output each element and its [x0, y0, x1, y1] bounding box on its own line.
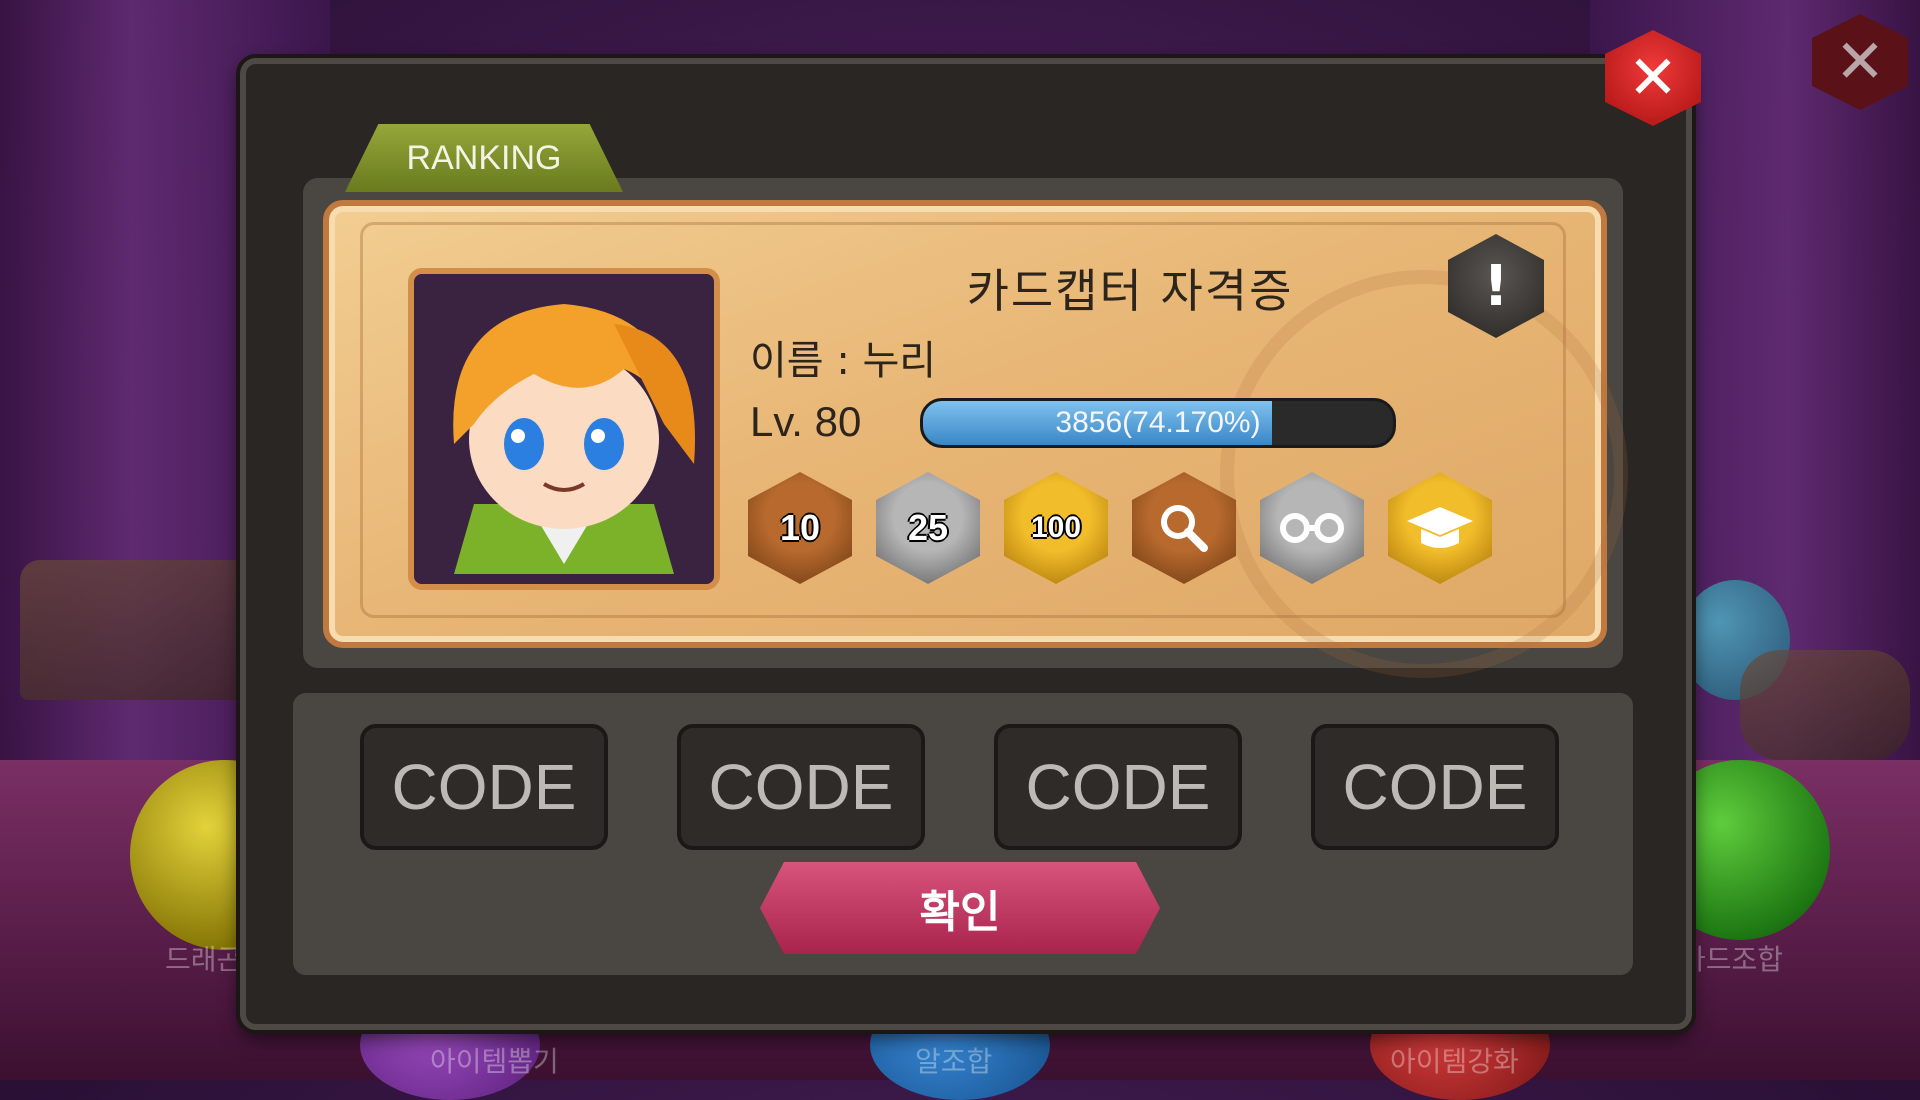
- xp-text: 3856(74.170%): [1055, 406, 1261, 439]
- xp-bar: 3856(74.170%): [920, 398, 1396, 448]
- background-book: [20, 560, 260, 700]
- item-enhance-menu-label: 아이템강화: [1390, 1045, 1519, 1078]
- code-button-4[interactable]: CODE: [1311, 724, 1559, 850]
- character-portrait: [408, 268, 720, 590]
- card-combine-menu-label: 카드조합: [1680, 943, 1784, 976]
- dragon-menu-label: 드래곤: [165, 943, 243, 976]
- glasses-icon: [1280, 513, 1344, 543]
- graduation-cap-icon: [1407, 507, 1473, 548]
- tab-ranking[interactable]: RANKING: [345, 124, 623, 192]
- character-avatar-icon: [414, 274, 714, 584]
- license-seal-watermark: [1220, 270, 1628, 678]
- confirm-button[interactable]: 확인: [760, 862, 1160, 954]
- code-button-3[interactable]: CODE: [994, 724, 1242, 850]
- player-name: 이름 : 누리: [750, 338, 937, 384]
- item-draw-menu-label: 아이템뽑기: [430, 1045, 559, 1078]
- code-button-2[interactable]: CODE: [677, 724, 925, 850]
- player-level: Lv. 80: [750, 398, 862, 445]
- egg-combine-menu-label: 알조합: [915, 1045, 993, 1078]
- magnifier-icon: [1161, 505, 1208, 552]
- license-title: 카드캡터 자격증: [966, 264, 1294, 318]
- code-button-1[interactable]: CODE: [360, 724, 608, 850]
- background-scroll: [1740, 650, 1910, 760]
